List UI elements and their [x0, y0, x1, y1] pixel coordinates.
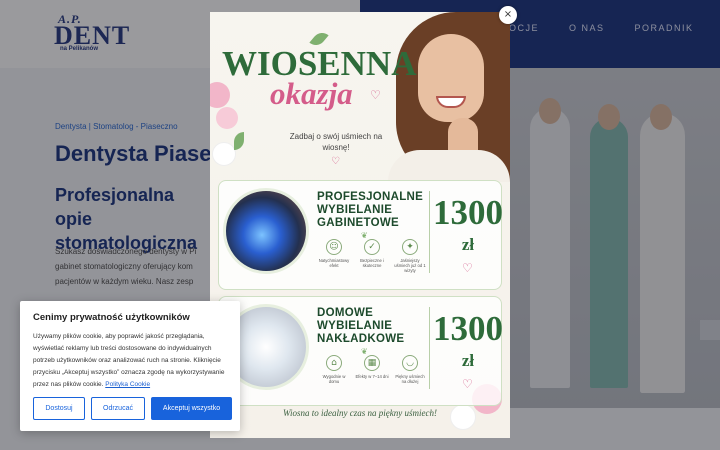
- close-popup-button[interactable]: ×: [499, 6, 517, 24]
- feature-label: Bezpieczne i skuteczne: [360, 258, 384, 268]
- promo-subtitle: okazja: [270, 76, 353, 111]
- shoulder-shape: [388, 150, 510, 182]
- smiling-woman-photo: [388, 12, 510, 182]
- cookie-title: Cenimy prywatność użytkowników: [33, 312, 190, 323]
- pink-flower-decoration: [216, 107, 238, 129]
- offer-price: 1300: [433, 193, 503, 232]
- shield-icon: ✓: [364, 239, 380, 255]
- feature-label: Natychmiastowy efekt: [318, 258, 350, 268]
- cookie-consent-banner: Cenimy prywatność użytkowników Używamy p…: [20, 301, 240, 431]
- face-shape: [418, 34, 484, 122]
- feature-label: Jaśniejszy uśmiech już od 1 wizyty: [394, 258, 426, 273]
- sparkle-icon: ✦: [402, 239, 418, 255]
- heart-icon: ♡: [331, 156, 340, 167]
- feature-label: Wygodnie w domu: [322, 374, 346, 384]
- cookie-buttons: Dostosuj Odrzucać Akceptuj wszystko: [33, 397, 232, 420]
- feature-item: ◡ Piękny uśmiech na dłużej: [393, 355, 427, 384]
- heart-icon: ♡: [462, 377, 473, 391]
- feature-item: ☺ Natychmiastowy efekt: [317, 239, 351, 268]
- card-divider: [429, 191, 430, 273]
- cookie-policy-link[interactable]: Polityka Cookie: [105, 381, 150, 388]
- feature-item: ✓ Bezpieczne i skuteczne: [355, 239, 389, 268]
- tooth-icon: ☺: [326, 239, 342, 255]
- offer-card-home-whitening: DOMOWE WYBIELANIE NAKŁADKOWE ❦ ⌂ Wygodni…: [218, 296, 503, 406]
- feature-item: ⌂ Wygodnie w domu: [317, 355, 351, 384]
- heart-icon: ♡: [370, 88, 381, 102]
- offer-currency: zł: [461, 351, 475, 370]
- offer-title: DOMOWE WYBIELANIE NAKŁADKOWE: [317, 307, 405, 345]
- office-whitening-photo: [223, 188, 309, 274]
- feature-item: ▦ Efekty w 7–14 dni: [355, 355, 389, 379]
- pink-flower-decoration: [210, 82, 230, 108]
- offer-currency: zł: [461, 235, 475, 254]
- customize-button[interactable]: Dostosuj: [33, 397, 85, 420]
- offer-title: PROFESJONALNE WYBIELANIE GABINETOWE: [317, 191, 424, 229]
- home-icon: ⌂: [326, 355, 342, 371]
- promo-popup: WIOSENNA okazja ♡ Zadbaj o swój uśmiech …: [210, 12, 510, 438]
- cookie-description: Używamy plików cookie, aby poprawić jako…: [33, 333, 225, 388]
- feature-label: Efekty w 7–14 dni: [355, 374, 389, 379]
- card-divider: [429, 307, 430, 389]
- accept-all-button[interactable]: Akceptuj wszystko: [151, 397, 232, 420]
- calendar-icon: ▦: [364, 355, 380, 371]
- heart-icon: ♡: [462, 261, 473, 275]
- white-flower-decoration: [212, 142, 236, 166]
- feature-label: Piękny uśmiech na dłużej: [395, 374, 425, 384]
- promo-tagline: Zadbaj o swój uśmiech na wiosnę!: [289, 132, 383, 152]
- promo-footer-text: Wiosna to idealny czas na piękny uśmiech…: [283, 408, 437, 418]
- feature-item: ✦ Jaśniejszy uśmiech już od 1 wizyty: [393, 239, 427, 273]
- offer-card-office-whitening: PROFESJONALNE WYBIELANIE GABINETOWE ❦ ☺ …: [218, 180, 503, 290]
- smile-icon: ◡: [402, 355, 418, 371]
- reject-button[interactable]: Odrzucać: [91, 397, 145, 420]
- offer-price: 1300: [433, 309, 503, 348]
- cookie-text: Używamy plików cookie, aby poprawić jako…: [33, 331, 227, 391]
- leaf-decoration: [234, 132, 244, 150]
